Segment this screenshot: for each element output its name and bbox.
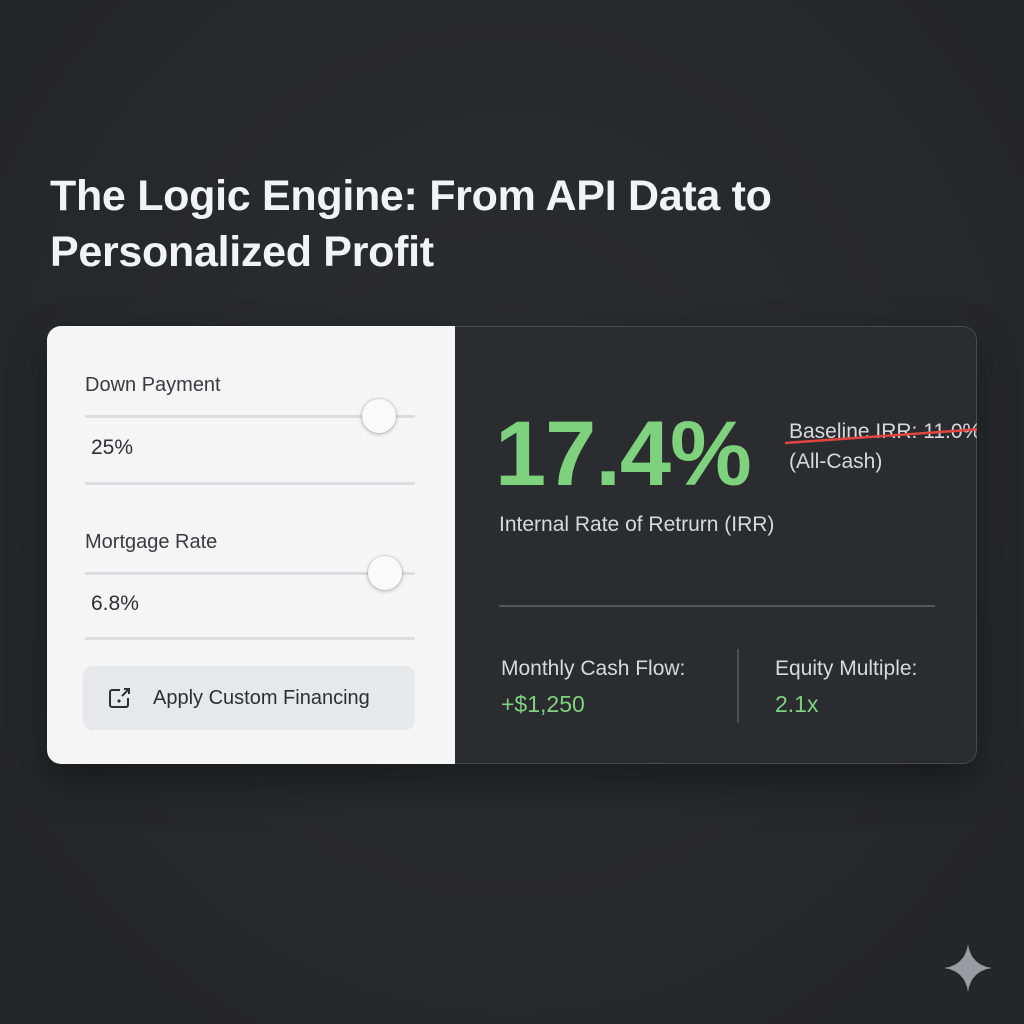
- controls-panel: Down Payment 25% Mortgage Rate 6.8% Appl…: [47, 326, 455, 764]
- down-payment-slider-thumb[interactable]: [361, 399, 396, 433]
- down-payment-label: Down Payment: [85, 374, 221, 396]
- sparkle-icon: [944, 944, 992, 992]
- monthly-cash-flow-label: Monthly Cash Flow:: [501, 657, 686, 680]
- page-title: The Logic Engine: From API Data to Perso…: [50, 172, 772, 276]
- mortgage-rate-slider[interactable]: [85, 556, 415, 590]
- metrics-divider: [737, 649, 739, 723]
- irr-label: Internal Rate of Retrurn (IRR): [499, 513, 775, 536]
- results-panel: 17.4% Baseline IRR: 11.0% (All-Cash) Int…: [455, 326, 977, 764]
- mortgage-rate-underline: [85, 637, 415, 640]
- mortgage-rate-slider-thumb[interactable]: [368, 556, 403, 590]
- mortgage-rate-label: Mortgage Rate: [85, 531, 218, 553]
- apply-custom-financing-label: Apply Custom Financing: [153, 686, 370, 709]
- down-payment-slider[interactable]: [85, 399, 415, 433]
- equity-multiple-value: 2.1x: [775, 691, 819, 717]
- down-payment-value: 25%: [91, 436, 134, 459]
- apply-custom-financing-button[interactable]: Apply Custom Financing: [83, 666, 415, 730]
- mortgage-rate-slider-track[interactable]: [85, 572, 415, 575]
- baseline-irr: Baseline IRR: 11.0% (All-Cash): [785, 417, 977, 477]
- mortgage-rate-value: 6.8%: [91, 592, 139, 615]
- baseline-irr-note: (All-Cash): [789, 450, 883, 473]
- results-divider: [499, 605, 935, 607]
- equity-multiple-label: Equity Multiple:: [775, 657, 918, 680]
- baseline-irr-text: Baseline IRR: 11.0%: [789, 420, 977, 443]
- financing-card: Down Payment 25% Mortgage Rate 6.8% Appl…: [47, 326, 977, 764]
- apply-financing-icon: [107, 686, 133, 710]
- down-payment-underline: [85, 482, 415, 485]
- page: The Logic Engine: From API Data to Perso…: [0, 0, 1024, 1024]
- monthly-cash-flow-value: +$1,250: [501, 691, 585, 717]
- irr-value: 17.4%: [495, 403, 752, 505]
